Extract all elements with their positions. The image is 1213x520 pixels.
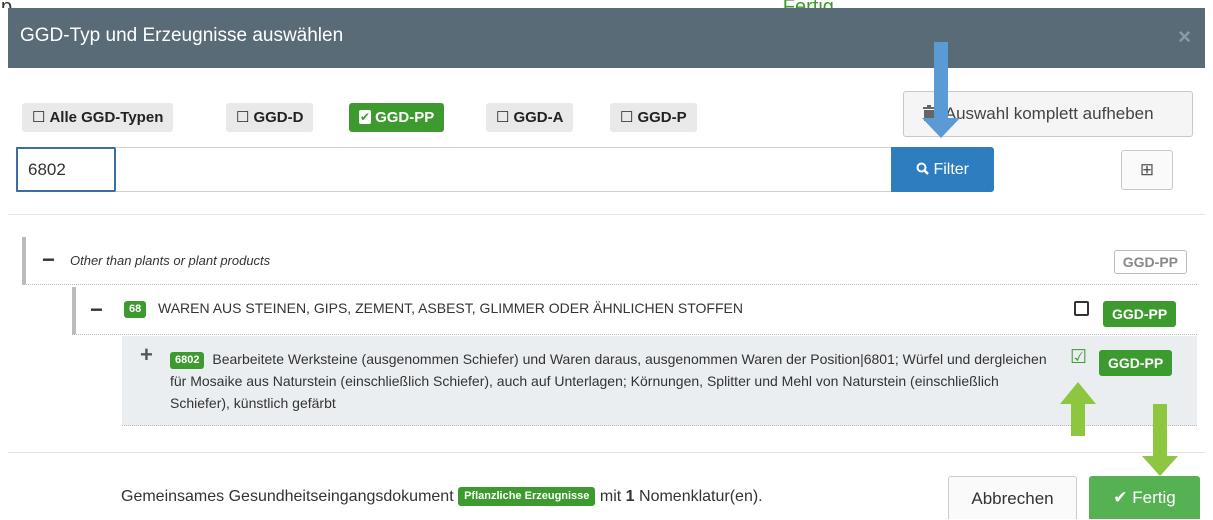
document-type-badge: Pflanzliche Erzeugnisse [458,487,596,506]
tree-row-level3: + 6802 Bearbeitete Werksteine (ausgenomm… [122,336,1197,426]
type-filter-ggd-a[interactable]: ☐ GGD-A [486,103,574,132]
input-focus-box [16,147,116,192]
divider [8,452,1205,453]
checkbox-checked-icon: ✔ [359,110,372,124]
checkbox-icon: ☐ [620,109,634,126]
type-badge: GGD-PP [1103,301,1177,327]
expand-icon[interactable]: + [140,342,153,368]
trash-icon [922,104,941,123]
nomenclature-count: 1 [625,488,635,505]
type-filter-ggd-d[interactable]: ☐ GGD-D [226,103,314,132]
filter-input[interactable]: 6802 [16,147,892,192]
code-badge: 68 [124,301,147,318]
collapse-icon[interactable]: − [42,247,55,273]
type-filter-alle[interactable]: ☐ Alle GGD-Typen [22,103,174,132]
tree-label: Bearbeitete Werksteine (ausgenommen Schi… [170,351,1047,411]
checkbox-icon: ☐ [236,109,250,126]
type-badge: GGD-PP [1113,250,1187,274]
checkbox-checked-icon[interactable]: ☑ [1070,348,1090,368]
dialog-header: GGD-Typ und Erzeugnisse auswählen × [8,8,1205,68]
checkbox-icon: ☐ [32,109,46,126]
tree-item-text: 6802 Bearbeitete Werksteine (ausgenommen… [170,348,1055,414]
expand-icon: ⊞ [1139,160,1155,179]
divider [8,214,1205,215]
clear-selection-button[interactable]: Auswahl komplett aufheben [903,91,1193,137]
search-icon [916,161,933,178]
filter-button[interactable]: Filter [891,147,994,192]
type-badge: GGD-PP [1099,350,1173,376]
cancel-button[interactable]: Abbrechen [948,476,1077,519]
expand-all-button[interactable]: ⊞ [1121,150,1173,190]
type-filter-ggd-pp[interactable]: ✔ GGD-PP [349,103,445,132]
tree-row-level2: − 68 WAREN AUS STEINEN, GIPS, ZEMENT, AS… [72,287,1197,335]
collapse-icon[interactable]: − [90,297,103,323]
close-icon[interactable]: × [1178,24,1191,50]
code-badge: 6802 [170,352,205,369]
type-filter-ggd-p[interactable]: ☐ GGD-P [610,103,697,132]
tree-label: Other than plants or plant products [70,253,271,268]
footer-summary: Gemeinsames Gesundheitseingangsdokument … [121,487,763,506]
tree-label: WAREN AUS STEINEN, GIPS, ZEMENT, ASBEST,… [158,300,743,316]
row-checkbox[interactable] [1074,301,1089,316]
dialog-title: GGD-Typ und Erzeugnisse auswählen [20,25,344,46]
check-icon: ✔ [1113,488,1128,507]
checkbox-icon: ☐ [496,109,510,126]
background-page-text: p„Fertig [0,0,1213,8]
done-button[interactable]: ✔ Fertig [1089,476,1200,519]
tree-row-level1: − Other than plants or plant products GG… [22,237,1197,285]
